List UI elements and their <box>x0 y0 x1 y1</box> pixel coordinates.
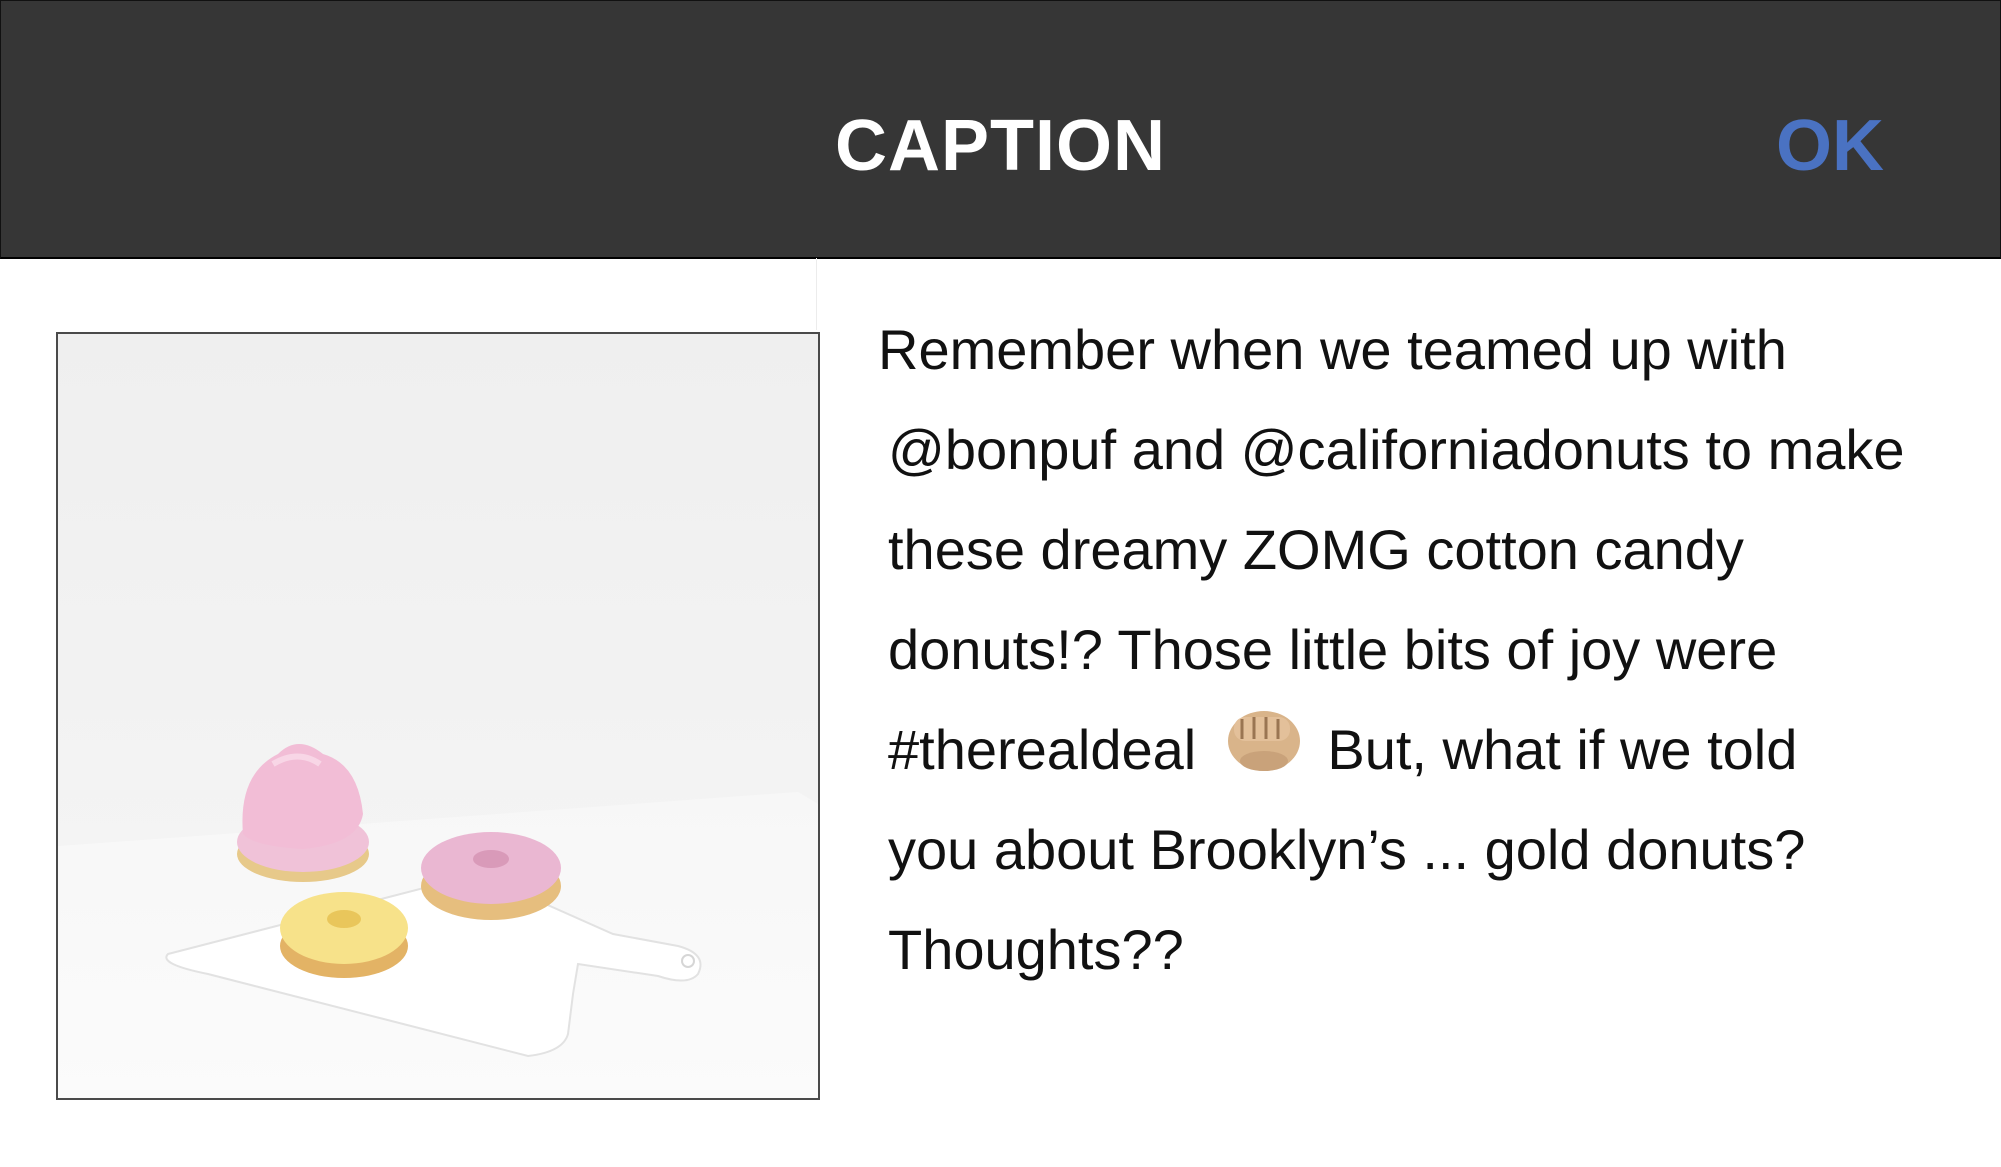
caption-line: these dreamy ZOMG cotton candy <box>888 518 1744 581</box>
caption-line: you about Brooklyn’s ... gold donuts? <box>888 818 1806 881</box>
caption-line: Thoughts?? <box>888 918 1184 981</box>
caption-line-rest: But, what if we told <box>1327 718 1798 781</box>
post-thumbnail <box>56 332 820 1100</box>
yellow-donut <box>280 892 408 978</box>
fist-bump-icon <box>1220 701 1304 808</box>
hashtag: #therealdeal <box>888 718 1197 781</box>
caption-line: donuts!? Those little bits of joy were <box>888 618 1778 681</box>
caption-line: @bonpuf and @californiadonuts to make <box>888 418 1905 481</box>
caption-line: #therealdeal But, what if we told <box>878 700 1978 800</box>
page-title: CAPTION <box>835 106 1166 186</box>
caption-text[interactable]: Remember when we teamed up with @bonpuf … <box>878 300 1978 1000</box>
ok-button[interactable]: OK <box>1776 101 1884 191</box>
caption-header-bar: CAPTION OK <box>0 0 2001 259</box>
pink-donut <box>421 832 561 920</box>
donuts-photo-image <box>58 334 818 1098</box>
caption-line: Remember when we teamed up with <box>878 318 1787 381</box>
divider <box>816 258 817 330</box>
